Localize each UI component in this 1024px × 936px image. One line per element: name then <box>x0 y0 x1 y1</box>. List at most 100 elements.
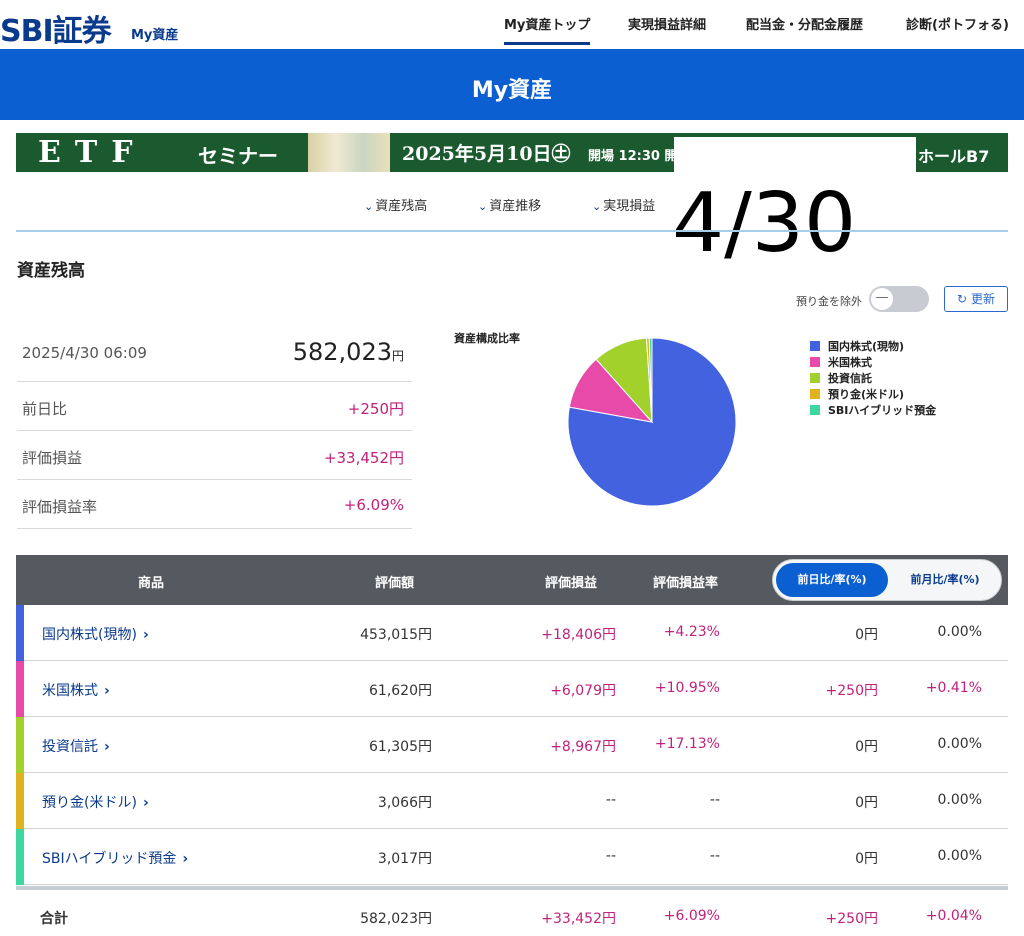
logo-subtitle: My資産 <box>131 28 179 43</box>
row-day-rate: 0.00% <box>937 792 982 808</box>
row-gain-rate: -- <box>709 848 720 864</box>
product-link[interactable]: 投資信託 › <box>42 736 110 756</box>
seg-day-over-day[interactable]: 前日比/率(%) <box>776 563 888 597</box>
nav-diagnosis[interactable]: 診断(ポトフォる) <box>906 14 1009 33</box>
row-value: 3,017円 <box>377 851 432 867</box>
summary-value: +33,452円 <box>323 449 404 467</box>
category-color-bar <box>16 661 24 717</box>
total-gain: +33,452円 <box>541 911 616 927</box>
product-link[interactable]: 預り金(米ドル) › <box>42 792 149 812</box>
total-rate: +6.09% <box>663 908 720 924</box>
legend-swatch <box>810 341 820 351</box>
chevron-down-icon: ⌄ <box>592 200 602 213</box>
row-day-rate: +0.41% <box>925 680 982 696</box>
row-gain-rate: +17.13% <box>654 736 720 752</box>
summary-row-unrealized-rate: 評価損益率 +6.09% <box>17 480 412 529</box>
seg-month-over-month[interactable]: 前月比/率(%) <box>891 563 999 597</box>
total-day-rate: +0.04% <box>925 908 982 924</box>
product-name: SBIハイブリッド預金 <box>42 851 177 867</box>
nav-realized-gain-detail[interactable]: 実現損益詳細 <box>628 14 706 33</box>
anchor-trend[interactable]: ⌄ 資産推移 <box>478 195 541 214</box>
page-title-bar: My資産 <box>0 49 1024 120</box>
nav-my-assets-top[interactable]: My資産トップ <box>504 14 591 45</box>
row-value: 61,305円 <box>369 739 432 755</box>
product-link[interactable]: SBIハイブリッド預金 › <box>42 848 188 868</box>
summary-row-day-change: 前日比 +250円 <box>17 382 412 431</box>
summary-total: 582,023円 <box>293 338 404 366</box>
section-divider <box>16 230 1008 232</box>
anchor-realized-label: 実現損益 <box>603 199 656 214</box>
row-gain: -- <box>605 792 616 808</box>
summary-total-unit: 円 <box>391 349 404 363</box>
refresh-icon: ↻ <box>957 292 968 306</box>
legend-swatch <box>810 405 820 415</box>
product-name: 預り金(米ドル) <box>42 795 137 811</box>
legend-item: SBIハイブリッド預金 <box>810 402 936 418</box>
category-color-bar <box>16 773 24 829</box>
table-row: 国内株式(現物) › 453,015円 +18,406円 +4.23% 0円 0.00% <box>16 605 1008 661</box>
nav-dividend-history[interactable]: 配当金・分配金履歴 <box>746 14 863 33</box>
legend-label: 預り金(米ドル) <box>828 388 905 401</box>
header-bar: SBI証券 My資産 My資産トップ 実現損益詳細 配当金・分配金履歴 診断(ポ… <box>0 0 1024 50</box>
chevron-right-icon: › <box>104 683 110 699</box>
asset-allocation-pie-chart <box>567 337 737 507</box>
exclude-deposit-label: 預り金を除外 <box>796 295 862 308</box>
toggle-knob: — <box>871 288 893 310</box>
chevron-down-icon: ⌄ <box>364 200 374 213</box>
row-day-rate: 0.00% <box>937 736 982 752</box>
product-name: 米国株式 <box>42 683 98 699</box>
anchor-balance[interactable]: ⌄ 資産残高 <box>364 195 427 214</box>
summary-value: +250円 <box>347 400 404 418</box>
row-value: 453,015円 <box>360 627 432 643</box>
banner-illustration <box>308 133 390 172</box>
row-gain-rate: -- <box>709 792 720 808</box>
legend-swatch <box>810 357 820 367</box>
table-row: SBIハイブリッド預金 › 3,017円 -- -- 0円 0.00% <box>16 829 1008 885</box>
pie-chart-legend: 国内株式(現物) 米国株式 投資信託 預り金(米ドル) SBIハイブリッド預金 <box>810 338 936 418</box>
chevron-down-icon: ⌄ <box>478 200 488 213</box>
th-gain-rate: 評価損益率 <box>653 576 719 591</box>
legend-item: 預り金(米ドル) <box>810 386 936 402</box>
row-day-change: 0円 <box>855 795 878 811</box>
summary-total-row: 2025/4/30 06:09 582,023円 <box>17 326 412 382</box>
refresh-button[interactable]: ↻ 更新 <box>944 286 1008 312</box>
category-color-bar <box>16 829 24 885</box>
anchor-realized[interactable]: ⌄ 実現損益 <box>592 195 655 214</box>
th-gain: 評価損益 <box>545 576 598 591</box>
exclude-deposit-toggle[interactable]: — <box>869 286 929 312</box>
table-row: 預り金(米ドル) › 3,066円 -- -- 0円 0.00% <box>16 773 1008 829</box>
banner-date: 2025年5月10日㊏ <box>402 143 571 165</box>
category-color-bar <box>16 605 24 661</box>
total-label: 合計 <box>40 911 68 927</box>
row-gain: +18,406円 <box>541 627 616 643</box>
comparison-period-switch: 前日比/率(%) 前月比/率(%) <box>772 559 1002 601</box>
row-value: 3,066円 <box>377 795 432 811</box>
anchor-balance-label: 資産残高 <box>375 199 428 214</box>
product-link[interactable]: 国内株式(現物) › <box>42 624 149 644</box>
summary-label: 前日比 <box>22 400 68 418</box>
banner-hall: ホールB7 <box>918 147 990 166</box>
summary-total-amount: 582,023 <box>292 338 392 366</box>
row-day-change: 0円 <box>855 851 878 867</box>
pie-chart-title: 資産構成比率 <box>454 332 520 345</box>
row-gain-rate: +10.95% <box>654 680 720 696</box>
legend-item: 国内株式(現物) <box>810 338 936 354</box>
total-day-change: +250円 <box>825 911 878 927</box>
th-product: 商品 <box>138 576 165 591</box>
row-gain: +8,967円 <box>550 739 616 755</box>
banner-seminar-text: セミナー <box>198 144 278 168</box>
legend-label: 米国株式 <box>828 356 872 369</box>
chevron-right-icon: › <box>104 739 110 755</box>
summary-row-unrealized-gain: 評価損益 +33,452円 <box>17 431 412 480</box>
category-color-bar <box>16 717 24 773</box>
table-row: 投資信託 › 61,305円 +8,967円 +17.13% 0円 0.00% <box>16 717 1008 773</box>
summary-label: 評価損益 <box>22 449 83 467</box>
anchor-trend-label: 資産推移 <box>489 199 542 214</box>
table-row: 米国株式 › 61,620円 +6,079円 +10.95% +250円 +0.41% <box>16 661 1008 717</box>
table-total-row: 合計 582,023円 +33,452円 +6.09% +250円 +0.04% <box>16 886 1008 936</box>
banner-etf-text: ETF <box>38 135 147 170</box>
row-day-change: 0円 <box>855 739 878 755</box>
row-value: 61,620円 <box>369 683 432 699</box>
product-link[interactable]: 米国株式 › <box>42 680 110 700</box>
sbi-logo[interactable]: SBI証券 <box>0 6 112 50</box>
